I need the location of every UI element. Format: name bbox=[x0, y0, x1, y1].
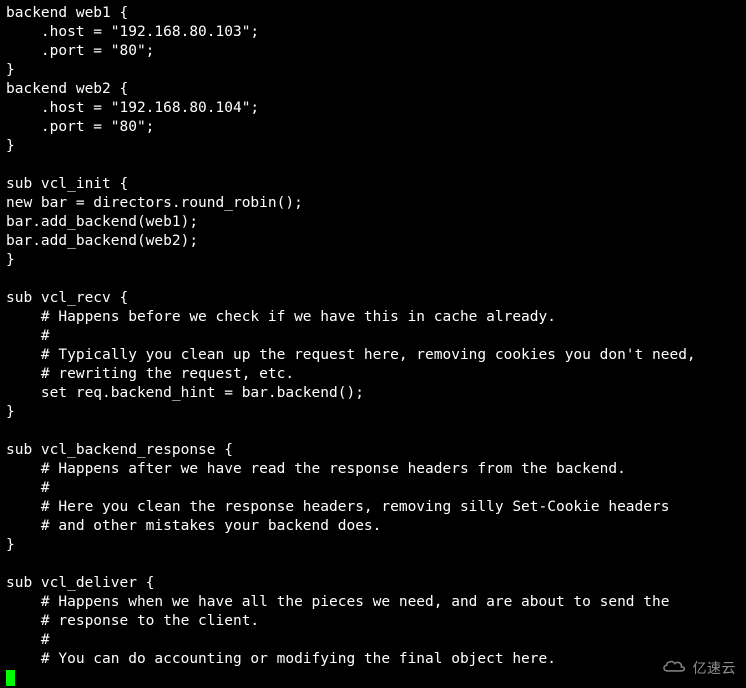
terminal-code-block: backend web1 { .host = "192.168.80.103";… bbox=[0, 0, 746, 688]
code-text: backend web1 { .host = "192.168.80.103";… bbox=[6, 5, 696, 667]
terminal-cursor bbox=[6, 670, 15, 686]
